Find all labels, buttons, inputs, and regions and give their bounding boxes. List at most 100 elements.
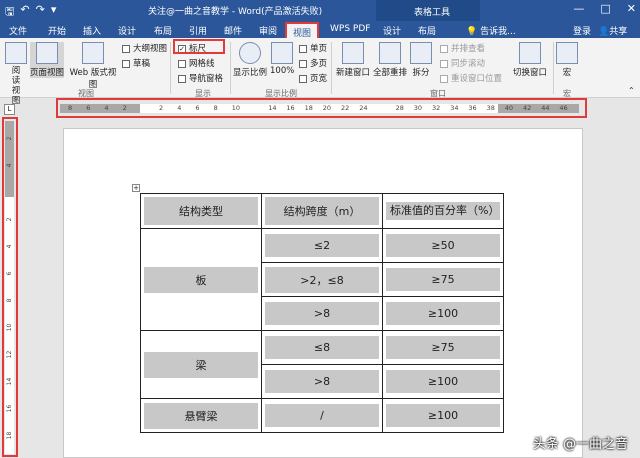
ruler-tick: 24 <box>359 104 368 112</box>
vertical-ruler[interactable]: 2 4 2 4 6 8 10 12 14 16 18 <box>5 121 14 454</box>
horizontal-ruler[interactable]: 8 6 4 2 2 4 6 8 10 14 16 18 20 22 24 28 30 32 34 36 38 40 42 44… <box>60 104 579 113</box>
ruler-tick: 12 <box>6 350 13 359</box>
table-cell[interactable]: ≤2 <box>261 228 383 263</box>
tab-references[interactable]: 引用 <box>189 24 207 37</box>
reset-window-position-button[interactable]: 重设窗口位置 <box>440 72 502 84</box>
navigation-pane-checkbox[interactable]: 导航窗格 <box>178 72 223 84</box>
tab-file[interactable]: 文件 <box>9 24 27 37</box>
book-icon <box>5 42 27 64</box>
one-page-button[interactable]: 单页 <box>299 42 327 54</box>
table-cell[interactable]: 结构跨度（m） <box>261 193 383 229</box>
new-window-button[interactable]: 新建窗口 <box>335 42 371 78</box>
table-row: 板 ≤2 ≥50 <box>140 228 504 331</box>
outline-icon <box>122 44 130 53</box>
view-side-by-side-button[interactable]: 并排查看 <box>440 42 485 54</box>
tell-me-search[interactable]: 💡 告诉我... <box>466 24 516 37</box>
top-margin-area <box>5 121 14 197</box>
table-cell[interactable]: 悬臂梁 <box>140 398 262 433</box>
title-bar: 🖫 ↶ ↷ ▾ 关注@一曲之音教学 - Word(产品激活失败) 表格工具 — … <box>0 0 640 21</box>
ruler-tick: 4 <box>6 163 13 168</box>
tab-table-layout[interactable]: 布局 <box>418 24 436 37</box>
data-table[interactable]: 结构类型 结构跨度（m） 标准值的百分率（%） 板 ≤2 ≥50 >2，≤8 ≥… <box>140 193 504 433</box>
read-mode-button[interactable]: 阅读视图 <box>4 42 28 106</box>
ruler-tick: 30 <box>413 104 423 112</box>
separator <box>170 42 171 94</box>
table-row: 悬臂梁 / ≥100 <box>140 398 504 433</box>
table-cell[interactable]: >2，≤8 <box>261 262 383 297</box>
table-cell[interactable]: ≥100 <box>382 296 504 331</box>
web-layout-button[interactable]: Web 版式视图 <box>66 42 120 90</box>
close-button[interactable]: ✕ <box>627 2 636 15</box>
zoom-100-button[interactable]: 100% <box>270 42 294 76</box>
table-cell[interactable]: ≥100 <box>382 364 504 399</box>
macros-button[interactable]: 宏 <box>556 42 578 78</box>
watermark: 头条 @一曲之音 <box>532 437 628 452</box>
table-move-handle[interactable]: + <box>132 184 140 192</box>
restore-button[interactable]: □ <box>600 2 610 15</box>
save-icon[interactable]: 🖫 <box>5 3 14 22</box>
redo-icon[interactable]: ↷ <box>36 3 45 22</box>
side-by-side-icon <box>440 44 448 53</box>
table-cell[interactable]: 结构类型 <box>140 193 262 229</box>
switch-windows-icon <box>519 42 541 64</box>
tab-home[interactable]: 开始 <box>48 24 66 37</box>
login-button[interactable]: 登录 <box>573 24 591 37</box>
tab-design[interactable]: 设计 <box>118 24 136 37</box>
table-cell[interactable]: ≥50 <box>382 228 504 263</box>
tab-view[interactable]: 视图 <box>285 22 320 39</box>
ruler-tick: 8 <box>68 104 73 112</box>
outline-button[interactable]: 大纲视图 <box>122 42 167 54</box>
page-width-button[interactable]: 页宽 <box>299 72 327 84</box>
sync-scroll-button[interactable]: 同步滚动 <box>440 57 485 69</box>
share-button[interactable]: 👤共享 <box>598 24 627 37</box>
table-header-row: 结构类型 结构跨度（m） 标准值的百分率（%） <box>140 193 504 229</box>
tab-review[interactable]: 审阅 <box>259 24 277 37</box>
split-button[interactable]: 拆分 <box>410 42 432 78</box>
tab-mailings[interactable]: 邮件 <box>224 24 242 37</box>
ruler-tick: 14 <box>6 377 13 386</box>
print-layout-button[interactable]: 页面视图 <box>30 42 64 78</box>
table-cell[interactable]: 板 <box>140 228 262 331</box>
tab-table-design[interactable]: 设计 <box>383 24 401 37</box>
tab-selector[interactable]: L <box>4 104 15 115</box>
multiple-pages-button[interactable]: 多页 <box>299 57 327 69</box>
ruler-tick: 2 <box>122 104 127 112</box>
one-page-icon <box>299 44 307 53</box>
separator <box>331 42 332 94</box>
magnifier-icon <box>239 42 261 64</box>
tab-wps-pdf[interactable]: WPS PDF <box>330 24 370 34</box>
table-cell[interactable]: 梁 <box>140 330 262 399</box>
minimize-button[interactable]: — <box>573 2 584 15</box>
ruler-tick: 14 <box>268 104 277 112</box>
ruler-tick: 34 <box>450 104 459 112</box>
ruler-tick: 2 <box>6 136 13 141</box>
table-cell[interactable]: ≥75 <box>382 262 504 297</box>
gridlines-checkbox[interactable]: 网格线 <box>178 57 215 69</box>
tab-insert[interactable]: 插入 <box>83 24 101 37</box>
ruler-tick: 44 <box>541 104 550 112</box>
tab-layout[interactable]: 布局 <box>154 24 172 37</box>
customize-icon[interactable]: ▾ <box>51 3 57 22</box>
table-row: 梁 ≤8 ≥75 <box>140 330 504 399</box>
ruler-tick: 10 <box>231 104 241 112</box>
collapse-ribbon-icon[interactable]: ⌃ <box>628 86 635 95</box>
table-cell[interactable]: / <box>261 398 383 433</box>
table-cell[interactable]: 标准值的百分率（%） <box>382 193 504 229</box>
person-icon: 👤 <box>598 27 610 37</box>
switch-windows-button[interactable]: 切换窗口 <box>512 42 548 78</box>
lightbulb-icon: 💡 <box>466 27 478 37</box>
table-cell[interactable]: >8 <box>261 364 383 399</box>
undo-icon[interactable]: ↶ <box>20 3 29 22</box>
ruler-tick: 6 <box>86 104 91 112</box>
arrange-all-button[interactable]: 全部重排 <box>372 42 408 78</box>
separator <box>553 42 554 94</box>
table-cell[interactable]: ≤8 <box>261 330 383 365</box>
table-cell[interactable]: ≥100 <box>382 398 504 433</box>
table-cell[interactable]: ≥75 <box>382 330 504 365</box>
ruler-tick: 10 <box>6 323 13 332</box>
ruler-tick: 18 <box>6 431 13 440</box>
draft-button[interactable]: 草稿 <box>122 57 150 69</box>
table-cell[interactable]: >8 <box>261 296 383 331</box>
window-controls: — □ ✕ <box>573 2 636 15</box>
zoom-button[interactable]: 显示比例 <box>233 42 267 78</box>
